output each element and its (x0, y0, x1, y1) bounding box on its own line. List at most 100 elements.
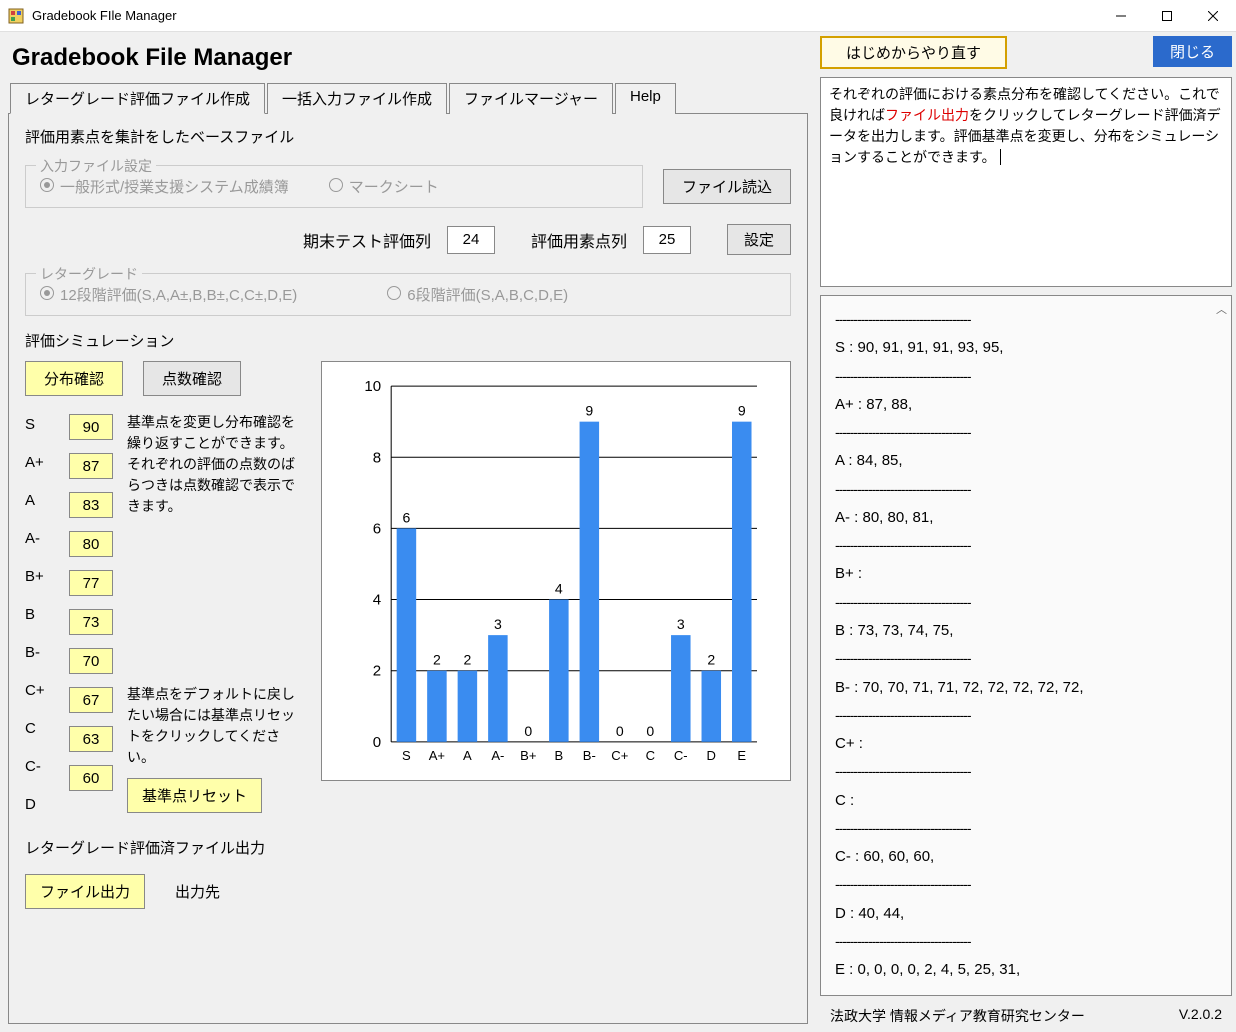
svg-text:9: 9 (585, 403, 593, 419)
app-title: Gradebook File Manager (4, 36, 812, 82)
svg-text:9: 9 (738, 403, 746, 419)
grade-label-B: B (25, 606, 55, 623)
output-title: レターグレード評価済ファイル出力 (25, 837, 791, 858)
svg-text:2: 2 (373, 663, 381, 680)
grade-label-Aminus: A- (25, 530, 55, 547)
file-output-button[interactable]: ファイル出力 (25, 874, 145, 909)
threshold-input-8[interactable] (69, 726, 113, 752)
svg-text:4: 4 (373, 592, 381, 609)
svg-text:2: 2 (433, 652, 441, 668)
radio-marksheet: マークシート (329, 176, 439, 197)
text-cursor (996, 149, 1001, 165)
restart-button[interactable]: はじめからやり直す (820, 36, 1007, 69)
radio-icon (40, 286, 54, 300)
svg-text:S: S (402, 748, 411, 763)
scroll-up-icon[interactable]: ︿ (1216, 300, 1227, 321)
footer-org: 法政大学 情報メディア教育研究センター (830, 1006, 1085, 1026)
main-tabs: レターグレード評価ファイル作成 一括入力ファイル作成 ファイルマージャー Hel… (4, 82, 812, 113)
threshold-input-3[interactable] (69, 531, 113, 557)
tab-letter-grade[interactable]: レターグレード評価ファイル作成 (10, 83, 265, 114)
svg-text:10: 10 (364, 378, 381, 395)
score-col-input[interactable] (643, 226, 691, 254)
input-file-settings-group: 入力ファイル設定 一般形式/授業支援システム成績簿 マークシート (25, 165, 643, 208)
svg-text:E: E (737, 748, 746, 763)
grade-label-C: C (25, 720, 55, 737)
svg-text:0: 0 (646, 723, 654, 739)
grade-label-S: S (25, 416, 55, 433)
grade-label-Bplus: B+ (25, 568, 55, 585)
threshold-input-2[interactable] (69, 492, 113, 518)
svg-text:6: 6 (373, 520, 381, 537)
dist-line: B+ : (835, 559, 1217, 588)
svg-text:B-: B- (583, 748, 596, 763)
svg-text:C: C (646, 748, 655, 763)
grade-label-A: A (25, 492, 55, 509)
set-button[interactable]: 設定 (727, 224, 791, 255)
dist-line: C+ : (835, 729, 1217, 758)
distribution-list-box[interactable]: ︿ -------------------------------------S… (820, 295, 1232, 996)
sim-desc-1: 基準点を変更し分布確認を繰り返すことができます。それぞれの評価の点数のばらつきは… (127, 412, 305, 517)
score-check-button[interactable]: 点数確認 (143, 361, 241, 396)
exam-col-input[interactable] (447, 226, 495, 254)
svg-text:2: 2 (463, 652, 471, 668)
svg-text:8: 8 (373, 449, 381, 466)
reset-threshold-button[interactable]: 基準点リセット (127, 778, 262, 813)
svg-text:B: B (554, 748, 563, 763)
close-window-button[interactable] (1190, 0, 1236, 32)
letter-grade-title: レターグレード (36, 264, 142, 284)
window-titlebar: Gradebook FIle Manager (0, 0, 1236, 32)
svg-text:3: 3 (494, 616, 502, 632)
svg-text:0: 0 (524, 723, 532, 739)
group-title: 入力ファイル設定 (36, 156, 156, 176)
window-title: Gradebook FIle Manager (32, 8, 1098, 23)
svg-text:B+: B+ (520, 748, 536, 763)
simulation-title: 評価シミュレーション (25, 330, 791, 351)
sim-desc-2: 基準点をデフォルトに戻したい場合には基準点リセットをクリックしてください。 (127, 684, 305, 768)
dist-line: A : 84, 85, (835, 446, 1217, 475)
radio-general-format: 一般形式/授業支援システム成績簿 (40, 176, 289, 197)
svg-text:3: 3 (677, 616, 685, 632)
dist-line: C : (835, 786, 1217, 815)
output-dest-label: 出力先 (175, 881, 220, 902)
score-col-label: 評価用素点列 (531, 228, 627, 252)
letter-grade-group: レターグレード 12段階評価(S,A,A±,B,B±,C,C±,D,E) 6段階… (25, 273, 791, 316)
file-load-button[interactable]: ファイル読込 (663, 169, 791, 204)
dist-line: A- : 80, 80, 81, (835, 503, 1217, 532)
radio-icon (329, 178, 343, 192)
grade-label-Cplus: C+ (25, 682, 55, 699)
minimize-button[interactable] (1098, 0, 1144, 32)
svg-text:A: A (463, 748, 472, 763)
threshold-input-4[interactable] (69, 570, 113, 596)
tab-help[interactable]: Help (615, 83, 676, 114)
dist-line: S : 90, 91, 91, 91, 93, 95, (835, 333, 1217, 362)
svg-text:C-: C- (674, 748, 688, 763)
distribution-chart: 02468106S2A+2A3A-0B+4B9B-0C+0C3C-2D9E (321, 361, 791, 781)
svg-text:4: 4 (555, 581, 563, 597)
grade-label-Cminus: C- (25, 758, 55, 775)
footer-version: V.2.0.2 (1179, 1006, 1222, 1026)
info-text-highlight: ファイル出力 (885, 107, 969, 123)
svg-text:A-: A- (491, 748, 504, 763)
dist-line: D : 40, 44, (835, 899, 1217, 928)
threshold-input-9[interactable] (69, 765, 113, 791)
threshold-input-6[interactable] (69, 648, 113, 674)
threshold-input-5[interactable] (69, 609, 113, 635)
info-message-box[interactable]: それぞれの評価における素点分布を確認してください。これで良ければファイル出力をク… (820, 77, 1232, 287)
svg-text:0: 0 (616, 723, 624, 739)
radio-6-level: 6段階評価(S,A,B,C,D,E) (387, 284, 568, 305)
radio-12-level: 12段階評価(S,A,A±,B,B±,C,C±,D,E) (40, 284, 297, 305)
grade-label-Bminus: B- (25, 644, 55, 661)
tab-file-merger[interactable]: ファイルマージャー (449, 83, 613, 114)
dist-line: B : 73, 73, 74, 75, (835, 616, 1217, 645)
dist-check-button[interactable]: 分布確認 (25, 361, 123, 396)
threshold-input-1[interactable] (69, 453, 113, 479)
threshold-input-7[interactable] (69, 687, 113, 713)
app-icon (8, 8, 24, 24)
maximize-button[interactable] (1144, 0, 1190, 32)
close-button[interactable]: 閉じる (1153, 36, 1232, 67)
svg-text:2: 2 (707, 652, 715, 668)
threshold-input-0[interactable] (69, 414, 113, 440)
grade-label-D: D (25, 796, 55, 813)
tab-bulk-input[interactable]: 一括入力ファイル作成 (267, 83, 447, 114)
svg-text:6: 6 (403, 509, 411, 525)
